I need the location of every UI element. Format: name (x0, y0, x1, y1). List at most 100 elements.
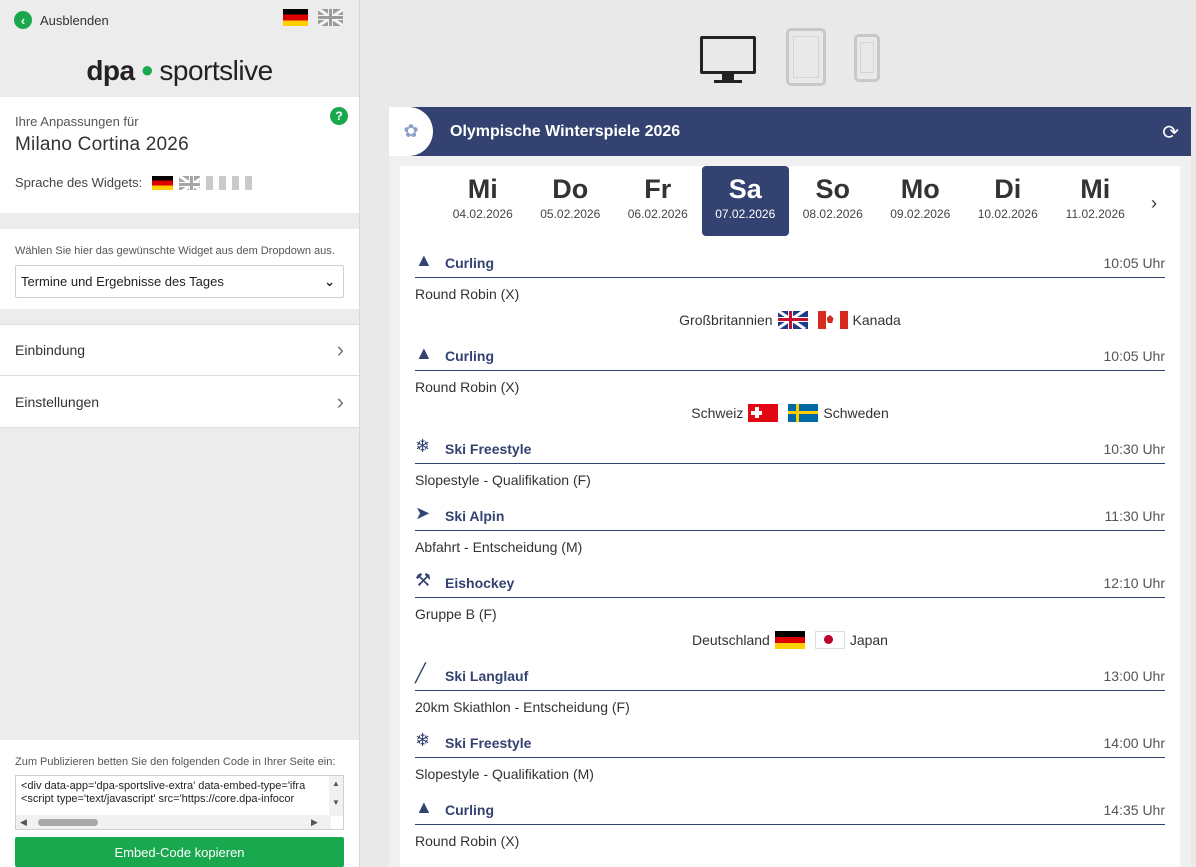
event-round: Abfahrt - Entscheidung (M) (415, 539, 583, 555)
event-round: Round Robin (X) (415, 833, 520, 849)
event-time: 10:30 Uhr (1103, 441, 1165, 457)
help-icon[interactable]: ? (330, 107, 348, 125)
widget-dropdown[interactable]: Termine und Ergebnisse des Tages ⌄ (15, 265, 344, 298)
day-date: 05.02.2026 (540, 207, 601, 221)
sport-name: Curling (445, 802, 494, 818)
day-date: 06.02.2026 (627, 207, 688, 221)
widget-select-panel: Wählen Sie hier das gewünschte Widget au… (0, 229, 359, 309)
scroll-left-icon[interactable]: ◀ (20, 817, 27, 828)
ski-freestyle-icon: ❄ (415, 436, 431, 456)
language-flag-placeholder-icon[interactable] (219, 175, 227, 190)
away-flag-icon (788, 404, 819, 422)
event-item: ▲ Curling 10:05 Uhr Round Robin (X) Großbrit… (415, 244, 1165, 337)
event-item: ➤ Ski Alpin 11:30 Uhr Abfahrt - Entscheidun… (415, 497, 1165, 564)
event-time: 10:05 Uhr (1103, 255, 1165, 271)
widget-body: Mi 04.02.2026 Do 05.02.2026 Fr 06.02.2026 Sa 07… (400, 166, 1180, 867)
event-time: 12:10 Uhr (1103, 575, 1165, 591)
german-flag-icon[interactable] (283, 9, 308, 26)
event-header: ▲ Curling 10:05 Uhr (415, 244, 1165, 278)
event-sport: ⚒ Eishockey (415, 569, 514, 591)
language-flag-placeholder-icon[interactable] (232, 175, 240, 190)
ice-hockey-icon: ⚒ (415, 570, 432, 590)
tablet-icon[interactable] (786, 28, 826, 86)
event-time: 10:05 Uhr (1103, 348, 1165, 364)
logo-brand: dpa (86, 55, 135, 86)
event-item: ⚒ Eishockey 12:10 Uhr Gruppe B (F) Deutschla… (415, 564, 1165, 657)
event-header: ⚒ Eishockey 12:10 Uhr (415, 564, 1165, 598)
horizontal-scrollbar[interactable]: ◀ ▶ (16, 815, 331, 829)
cross-country-ski-icon: ╱ (415, 663, 426, 683)
day-tab[interactable]: Sa 07.02.2026 (701, 166, 789, 236)
dpa-sportslive-logo: dpa ● sportslive (0, 55, 359, 87)
widget-select-hint: Wählen Sie hier das gewünschte Widget au… (15, 245, 335, 257)
ski-freestyle-icon: ❄ (415, 730, 431, 750)
customization-label: Ihre Anpassungen für (15, 114, 139, 129)
home-flag-icon (777, 311, 808, 329)
uk-flag-icon[interactable] (179, 175, 201, 190)
sport-name: Ski Langlauf (445, 668, 529, 684)
home-team: Deutschland (692, 632, 770, 648)
sport-name: Curling (445, 255, 494, 271)
home-team: Großbritannien (679, 312, 773, 328)
ui-language-switcher (283, 9, 343, 26)
vertical-scrollbar[interactable]: ▲ ▼ (329, 776, 343, 816)
embed-code-textarea[interactable]: <div data-app='dpa-sportslive-extra' dat… (15, 775, 344, 830)
event-item: ▲ Curling 14:35 Uhr Round Robin (X) (415, 791, 1165, 858)
phone-icon[interactable] (854, 34, 880, 82)
publish-hint: Zum Publizieren betten Sie den folgenden… (15, 756, 336, 768)
day-name: Mi (1080, 174, 1111, 204)
day-date: 10.02.2026 (977, 207, 1038, 221)
scrollbar-thumb[interactable] (38, 819, 98, 826)
day-tab[interactable]: Mi 11.02.2026 (1052, 166, 1140, 236)
home-flag-icon (748, 404, 779, 422)
publish-panel: Zum Publizieren betten Sie den folgenden… (0, 740, 359, 867)
day-tab[interactable]: Fr 06.02.2026 (614, 166, 702, 236)
event-round: Round Robin (X) (415, 379, 520, 395)
language-flag-placeholder-icon[interactable] (206, 175, 214, 190)
curling-icon: ▲ (415, 797, 433, 817)
event-round: Slopestyle - Qualifikation (F) (415, 472, 591, 488)
scroll-up-icon[interactable]: ▲ (332, 779, 340, 788)
accordion-label: Einbindung (15, 342, 86, 358)
event-header: ╱ Ski Langlauf 13:00 Uhr (415, 657, 1165, 691)
chevron-right-icon[interactable]: › (1151, 193, 1157, 214)
day-tab[interactable]: Mo 09.02.2026 (877, 166, 965, 236)
uk-flag-icon[interactable] (318, 9, 343, 26)
event-round: 20km Skiathlon - Entscheidung (F) (415, 699, 630, 715)
event-sport: ➤ Ski Alpin (415, 502, 504, 524)
scroll-right-icon[interactable]: ▶ (311, 817, 318, 828)
widget-header: ✿ Olympische Winterspiele 2026 ⟳ (389, 107, 1191, 156)
desktop-icon[interactable] (700, 36, 756, 86)
event-round: Gruppe B (F) (415, 606, 497, 622)
away-team: Schweden (823, 405, 889, 421)
day-tab[interactable]: Di 10.02.2026 (964, 166, 1052, 236)
event-sport: ❄ Ski Freestyle (415, 729, 531, 751)
copy-embed-code-button[interactable]: Embed-Code kopieren (15, 837, 344, 867)
german-flag-icon[interactable] (152, 175, 174, 190)
event-header: ▲ Curling 14:35 Uhr (415, 791, 1165, 825)
widget-language-flags (152, 175, 253, 190)
home-flag-icon (774, 631, 805, 649)
language-flag-placeholder-icon[interactable] (245, 175, 253, 190)
widget-language-label: Sprache des Widgets: (15, 175, 143, 190)
day-tab[interactable]: So 08.02.2026 (789, 166, 877, 236)
day-tab[interactable]: Do 05.02.2026 (527, 166, 615, 236)
logo-dot-icon: ● (140, 57, 154, 82)
event-sport: ╱ Ski Langlauf (415, 662, 528, 684)
away-team: Japan (849, 632, 888, 648)
refresh-icon[interactable]: ⟳ (1162, 120, 1179, 145)
away-flag-icon (814, 631, 845, 649)
away-team: Kanada (852, 312, 901, 328)
day-date: 11.02.2026 (1065, 207, 1125, 221)
hide-sidebar-button[interactable]: ‹ Ausblenden (14, 11, 109, 29)
accordion-einstellungen[interactable]: Einstellungen › (0, 376, 359, 428)
day-name: Do (552, 174, 589, 204)
logo-product: sportslive (159, 55, 273, 86)
event-sport: ❄ Ski Freestyle (415, 435, 531, 457)
day-tab[interactable]: Mi 04.02.2026 (439, 166, 527, 236)
widget-dropdown-value: Termine und Ergebnisse des Tages (21, 274, 224, 289)
accordion-einbindung[interactable]: Einbindung › (0, 324, 359, 376)
hide-label: Ausblenden (40, 12, 109, 28)
chevron-right-icon: › (336, 388, 344, 414)
scroll-down-icon[interactable]: ▼ (332, 798, 340, 807)
